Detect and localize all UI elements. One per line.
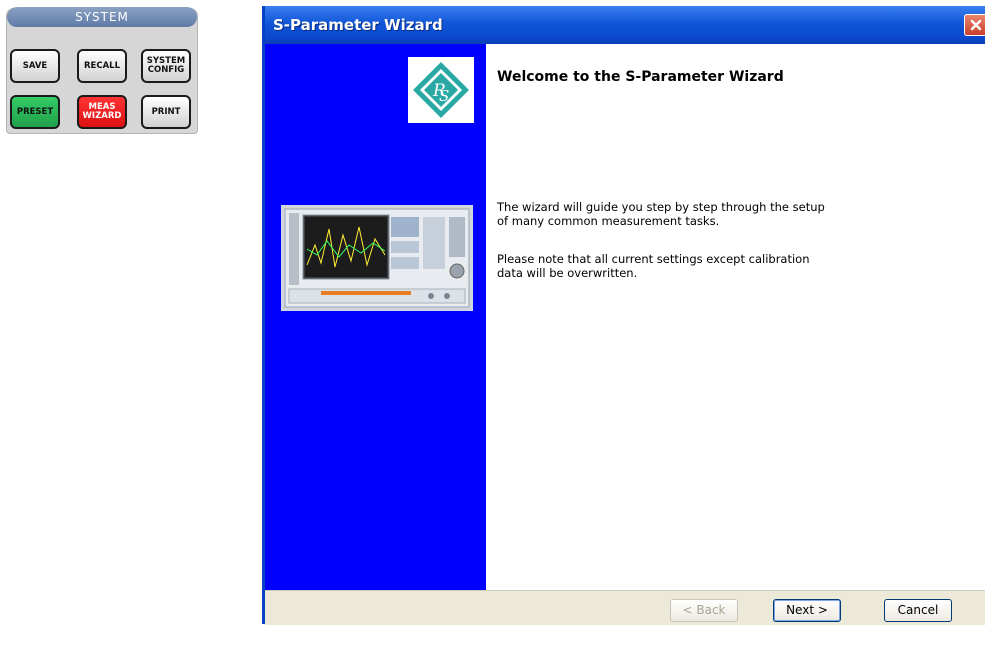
intro-text: The wizard will guide you step by step t… — [497, 200, 825, 228]
rohde-schwarz-logo: R S — [408, 57, 474, 123]
wizard-title-bar[interactable]: S-Parameter Wizard — [265, 6, 985, 44]
print-button[interactable]: PRINT — [141, 95, 191, 129]
s-parameter-wizard-window: S-Parameter Wizard R S Welcome to the S-… — [262, 6, 985, 625]
network-analyzer-image — [281, 205, 473, 311]
back-button[interactable]: < Back — [670, 599, 738, 622]
wizard-title: S-Parameter Wizard — [273, 16, 443, 34]
next-button[interactable]: Next > — [773, 599, 841, 622]
wizard-side-panel: R S — [265, 44, 486, 590]
system-panel: SYSTEM SAVE RECALL SYSTEM CONFIG PRESET … — [6, 7, 198, 134]
welcome-heading: Welcome to the S-Parameter Wizard — [497, 69, 784, 85]
close-icon — [970, 19, 981, 31]
overwrite-note: Please note that all current settings ex… — [497, 252, 810, 280]
system-config-button[interactable]: SYSTEM CONFIG — [141, 49, 191, 83]
wizard-button-bar: < Back Next > Cancel — [265, 590, 985, 625]
cancel-button[interactable]: Cancel — [884, 599, 952, 622]
save-button[interactable]: SAVE — [10, 49, 60, 83]
meas-wizard-button[interactable]: MEAS WIZARD — [77, 95, 127, 129]
system-panel-header: SYSTEM — [7, 7, 197, 27]
recall-button[interactable]: RECALL — [77, 49, 127, 83]
svg-text:S: S — [439, 87, 449, 105]
wizard-content: Welcome to the S-Parameter Wizard The wi… — [486, 44, 985, 590]
close-button[interactable] — [964, 14, 985, 36]
preset-button[interactable]: PRESET — [10, 95, 60, 129]
